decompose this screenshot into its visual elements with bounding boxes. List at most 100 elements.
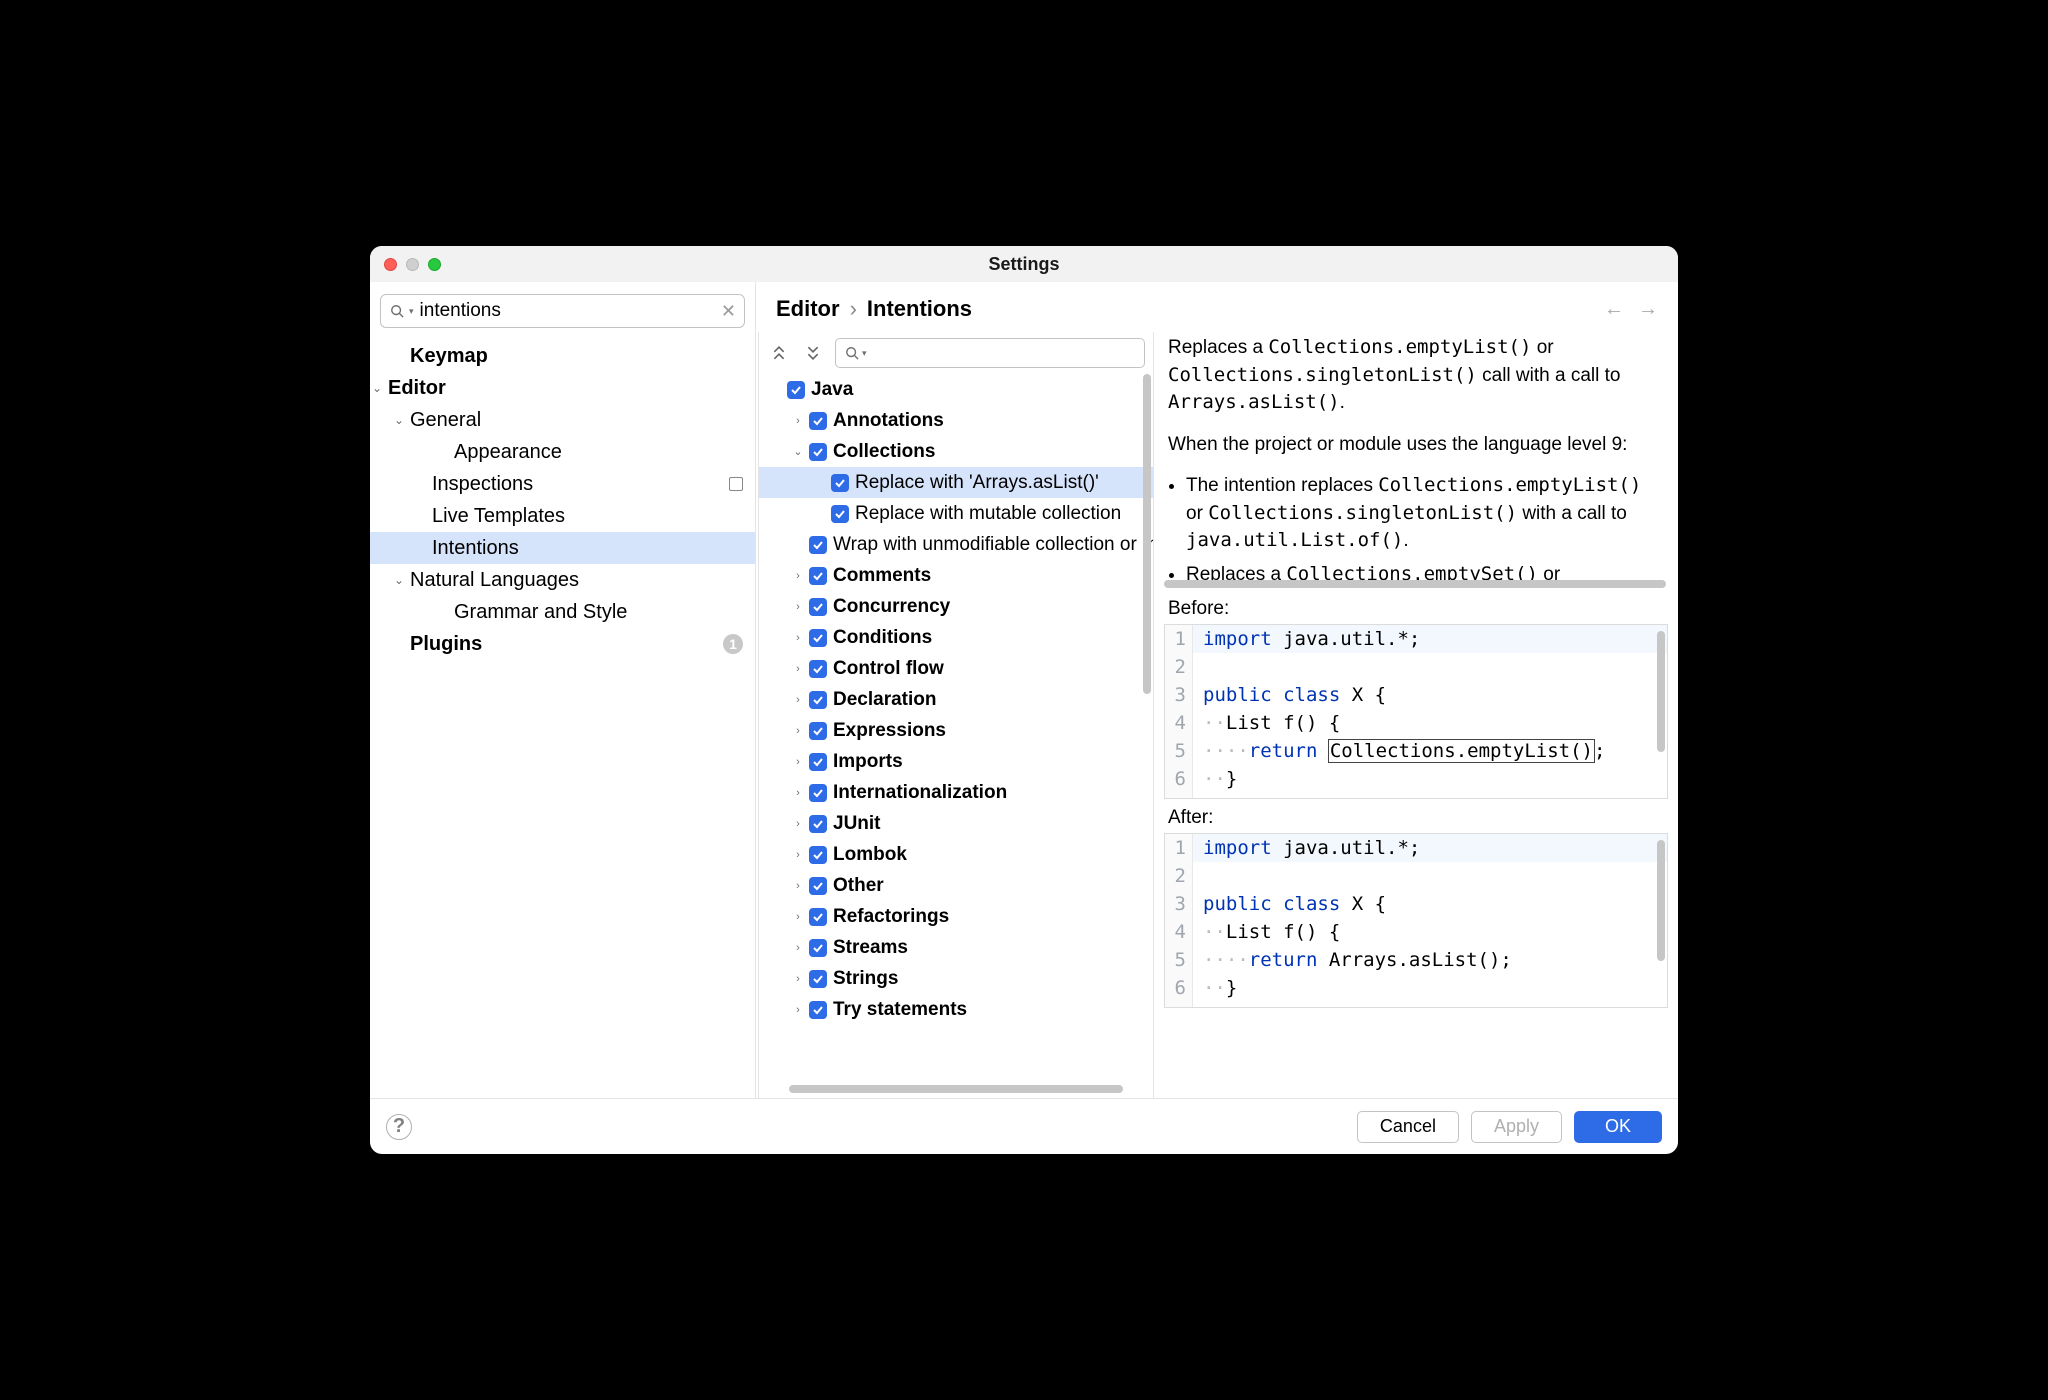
checkbox[interactable] — [809, 846, 827, 864]
chevron-right-icon[interactable]: › — [787, 570, 809, 582]
chevron-right-icon[interactable]: › — [787, 663, 809, 675]
intentions-tree-row[interactable]: ›Conditions — [759, 622, 1153, 653]
checkbox[interactable] — [809, 753, 827, 771]
checkbox[interactable] — [809, 784, 827, 802]
scrollbar-horizontal[interactable] — [759, 1084, 1153, 1098]
chevron-right-icon[interactable]: › — [787, 1004, 809, 1016]
chevron-right-icon[interactable]: › — [787, 942, 809, 954]
intentions-search[interactable]: ▾ — [835, 338, 1145, 368]
sidebar-search[interactable]: ▾ ✕ — [380, 294, 745, 328]
nav-forward-icon[interactable]: → — [1638, 298, 1658, 321]
intentions-tree-row[interactable]: ›Streams — [759, 932, 1153, 963]
checkbox[interactable] — [809, 877, 827, 895]
checkbox[interactable] — [809, 567, 827, 585]
intentions-tree-row[interactable]: ›Try statements — [759, 994, 1153, 1025]
sidebar-search-input[interactable] — [420, 300, 715, 322]
intentions-tree-row[interactable]: Replace with mutable collection — [759, 498, 1153, 529]
checkbox[interactable] — [809, 970, 827, 988]
help-button[interactable]: ? — [386, 1114, 412, 1140]
intentions-tree-row[interactable]: ›Annotations — [759, 405, 1153, 436]
chevron-down-icon[interactable]: ⌄ — [388, 573, 410, 587]
chevron-right-icon[interactable]: › — [787, 632, 809, 644]
code-line: 5····return Collections.emptyList(); — [1165, 737, 1667, 765]
checkbox[interactable] — [787, 381, 805, 399]
checkbox[interactable] — [809, 443, 827, 461]
search-dropdown-icon[interactable]: ▾ — [862, 348, 867, 359]
chevron-right-icon[interactable]: › — [787, 880, 809, 892]
intentions-tree-row[interactable]: ›Comments — [759, 560, 1153, 591]
intentions-tree-row[interactable]: › Concurrency — [759, 591, 1153, 622]
chevron-right-icon[interactable]: › — [787, 973, 809, 985]
chevron-right-icon[interactable]: › — [787, 725, 809, 737]
intentions-tree-row[interactable]: ⌄ Collections — [759, 436, 1153, 467]
checkbox[interactable] — [809, 536, 827, 554]
sidebar: ▾ ✕ Keymap⌄Editor⌄GeneralAppearanceInspe… — [370, 282, 756, 1098]
intentions-tree-panel: ▾ Java›Annotations ⌄ Collections Replace wi… — [758, 332, 1153, 1098]
chevron-right-icon[interactable]: › — [787, 415, 809, 427]
checkbox[interactable] — [809, 660, 827, 678]
checkbox[interactable] — [831, 474, 849, 492]
scrollbar-vertical[interactable] — [1657, 631, 1665, 752]
chevron-down-icon[interactable]: ⌄ — [787, 445, 809, 458]
line-number: 5 — [1165, 946, 1193, 974]
ok-button[interactable]: OK — [1574, 1111, 1662, 1143]
checkbox[interactable] — [809, 939, 827, 957]
nav-back-icon[interactable]: ← — [1604, 298, 1624, 321]
intentions-tree-row[interactable]: ›Imports — [759, 746, 1153, 777]
checkbox[interactable] — [809, 598, 827, 616]
checkbox[interactable] — [809, 1001, 827, 1019]
checkbox[interactable] — [809, 691, 827, 709]
chevron-right-icon[interactable]: › — [787, 911, 809, 923]
sidebar-item-plugins[interactable]: Plugins1 — [370, 628, 755, 660]
intentions-tree-row[interactable]: ›Strings — [759, 963, 1153, 994]
sidebar-item-grammar-and-style[interactable]: Grammar and Style — [370, 596, 755, 628]
sidebar-item-intentions[interactable]: Intentions — [370, 532, 755, 564]
chevron-down-icon[interactable]: ⌄ — [388, 413, 410, 427]
scrollbar-vertical[interactable] — [1143, 374, 1151, 694]
checkbox[interactable] — [809, 412, 827, 430]
intentions-search-input[interactable] — [871, 343, 1136, 364]
checkbox[interactable] — [809, 908, 827, 926]
intentions-tree-row[interactable]: Java — [759, 374, 1153, 405]
chevron-right-icon[interactable]: › — [787, 694, 809, 706]
checkbox[interactable] — [831, 505, 849, 523]
checkbox[interactable] — [809, 815, 827, 833]
intentions-tree-row[interactable]: ›Declaration — [759, 684, 1153, 715]
cancel-button[interactable]: Cancel — [1357, 1111, 1459, 1143]
intentions-tree-row[interactable]: Wrap with unmodifiable collection or m — [759, 529, 1153, 560]
chevron-down-icon[interactable]: ⌄ — [370, 381, 388, 395]
intentions-tree-row[interactable]: ›Other — [759, 870, 1153, 901]
clear-search-icon[interactable]: ✕ — [721, 301, 736, 322]
chevron-right-icon[interactable]: › — [787, 756, 809, 768]
chevron-right-icon[interactable]: › — [787, 818, 809, 830]
intentions-tree-row[interactable]: ›Internationalization — [759, 777, 1153, 808]
code-text: ····return Arrays.asList(); — [1193, 946, 1512, 974]
sidebar-item-inspections[interactable]: Inspections — [370, 468, 755, 500]
checkbox[interactable] — [809, 722, 827, 740]
intentions-tree-label: Concurrency — [833, 596, 950, 618]
search-dropdown-icon[interactable]: ▾ — [409, 306, 414, 317]
sidebar-item-appearance[interactable]: Appearance — [370, 436, 755, 468]
intentions-tree-row[interactable]: ›Expressions — [759, 715, 1153, 746]
intentions-tree-row[interactable]: Replace with 'Arrays.asList()' — [759, 467, 1153, 498]
scrollbar-vertical[interactable] — [1657, 840, 1665, 961]
chevron-right-icon[interactable]: › — [787, 787, 809, 799]
intentions-tree-row[interactable]: ›Refactorings — [759, 901, 1153, 932]
sidebar-item-live-templates[interactable]: Live Templates — [370, 500, 755, 532]
collapse-all-icon[interactable] — [801, 341, 825, 365]
sidebar-item-editor[interactable]: ⌄Editor — [370, 372, 755, 404]
intentions-tree-label: Collections — [833, 441, 935, 463]
sidebar-item-natural-languages[interactable]: ⌄Natural Languages — [370, 564, 755, 596]
intentions-tree-row[interactable]: ›Control flow — [759, 653, 1153, 684]
sidebar-item-general[interactable]: ⌄General — [370, 404, 755, 436]
checkbox[interactable] — [809, 629, 827, 647]
intentions-tree-row[interactable]: ›JUnit — [759, 808, 1153, 839]
intentions-tree-row[interactable]: ›Lombok — [759, 839, 1153, 870]
scrollbar-horizontal[interactable] — [1164, 580, 1666, 588]
line-number: 4 — [1165, 918, 1193, 946]
sidebar-item-keymap[interactable]: Keymap — [370, 340, 755, 372]
chevron-right-icon[interactable]: › — [787, 849, 809, 861]
chevron-right-icon[interactable]: › — [787, 601, 809, 613]
expand-all-icon[interactable] — [767, 341, 791, 365]
apply-button[interactable]: Apply — [1471, 1111, 1562, 1143]
